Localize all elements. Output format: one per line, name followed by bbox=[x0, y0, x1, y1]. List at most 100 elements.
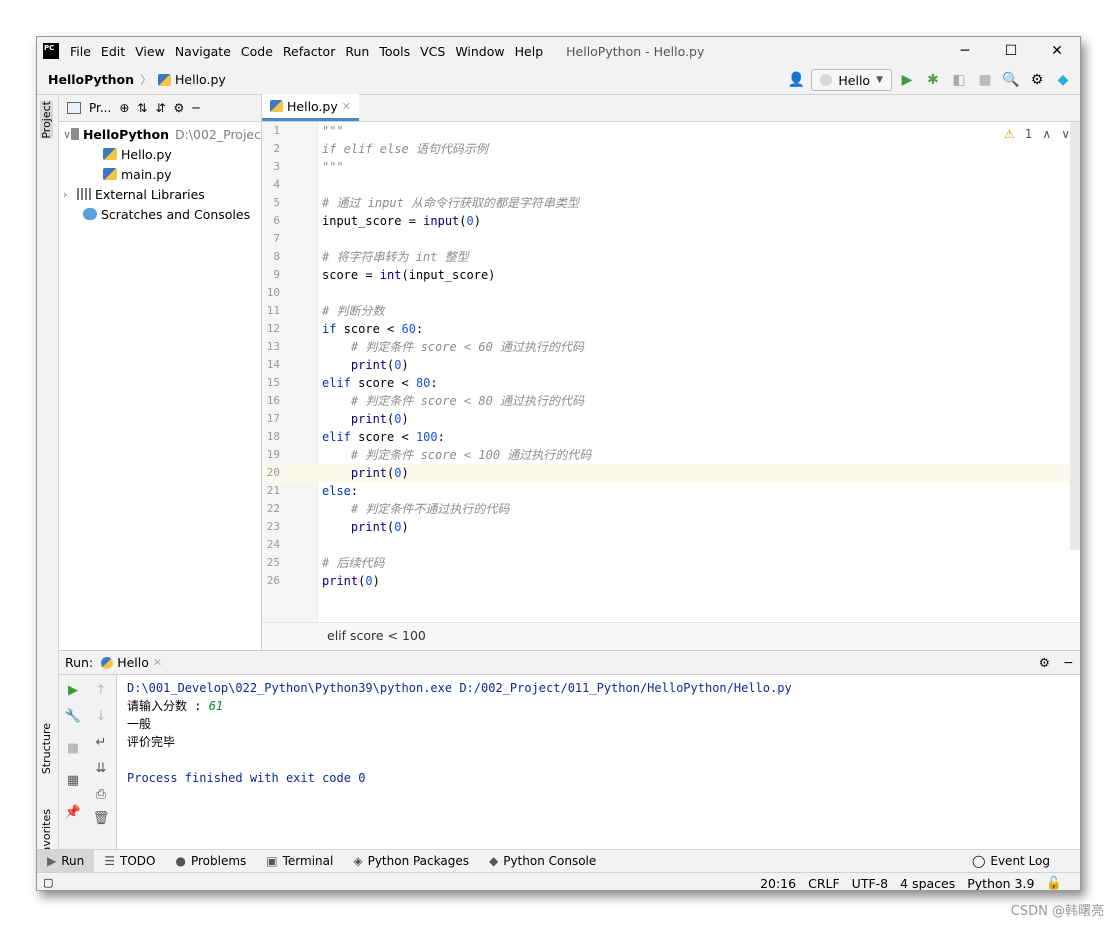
debug-icon[interactable]: ✱ bbox=[922, 69, 944, 91]
arrow-down-icon[interactable]: ↓ bbox=[92, 707, 110, 725]
code-line[interactable]: 6 input_score = input(0) bbox=[262, 212, 1080, 230]
tree-item-scratch[interactable]: Scratches and Consoles bbox=[59, 204, 261, 224]
run-config-select[interactable]: Hello ▼ bbox=[811, 69, 892, 91]
hide-run-panel-icon[interactable]: ─ bbox=[1064, 655, 1072, 670]
tree-item-project[interactable]: ∨ HelloPython D:\002_Projec bbox=[59, 124, 261, 144]
run-tab-hello[interactable]: Hello ✕ bbox=[101, 655, 162, 670]
menu-item-file[interactable]: File bbox=[65, 44, 96, 59]
event-log-button[interactable]: ◯ Event Log bbox=[962, 850, 1060, 873]
menu-item-refactor[interactable]: Refactor bbox=[278, 44, 340, 59]
minimize-button[interactable]: ─ bbox=[942, 37, 988, 65]
inspection-widget[interactable]: ⚠ 1 ∧ ∨ bbox=[1004, 127, 1070, 141]
code-line[interactable]: 23 print(0) bbox=[262, 518, 1080, 536]
project-view-selector[interactable]: Pr... bbox=[89, 101, 111, 115]
tool-button-problems[interactable]: ● Problems bbox=[165, 850, 256, 873]
code-line[interactable]: 5 # 通过 input 从命令行获取的都是字符串类型 bbox=[262, 194, 1080, 212]
code-line[interactable]: 13 # 判定条件 score < 60 通过执行的代码 bbox=[262, 338, 1080, 356]
code-line[interactable]: 1 """ bbox=[262, 122, 1080, 140]
code-line[interactable]: 25 # 后续代码 bbox=[262, 554, 1080, 572]
tool-button-python-console[interactable]: ◆ Python Console bbox=[479, 850, 606, 873]
console-output[interactable]: D:\001_Develop\022_Python\Python39\pytho… bbox=[127, 679, 792, 787]
file-encoding[interactable]: UTF-8 bbox=[852, 876, 888, 891]
tool-button-todo[interactable]: ☰ TODO bbox=[94, 850, 165, 873]
menu-item-window[interactable]: Window bbox=[450, 44, 509, 59]
tree-item-py[interactable]: main.py bbox=[59, 164, 261, 184]
code-line[interactable]: 12 if score < 60: bbox=[262, 320, 1080, 338]
coverage-icon[interactable]: ◧ bbox=[948, 69, 970, 91]
editor-breadcrumb-status[interactable]: elif score < 100 bbox=[262, 622, 1080, 650]
tool-button-run[interactable]: ▶ Run bbox=[37, 849, 95, 873]
user-icon[interactable]: 👤 bbox=[785, 69, 807, 91]
code-line[interactable]: 24 bbox=[262, 536, 1080, 554]
interpreter[interactable]: Python 3.9 bbox=[967, 876, 1034, 891]
print-icon[interactable]: ⎙ bbox=[92, 785, 110, 803]
panel-settings-icon[interactable]: ⚙ bbox=[174, 101, 185, 115]
code-area[interactable]: 1 """ 2 if elif else 语句代码示例 3 """ 4 5 # 通过 input… bbox=[262, 122, 1080, 622]
expand-all-icon[interactable]: ⇅ bbox=[137, 101, 147, 115]
code-line[interactable]: 2 if elif else 语句代码示例 bbox=[262, 140, 1080, 158]
locate-file-icon[interactable]: ⊕ bbox=[119, 101, 129, 115]
code-line[interactable]: 8 # 将字符串转为 int 整型 bbox=[262, 248, 1080, 266]
stop-icon[interactable]: ■ bbox=[64, 739, 82, 757]
editor-tab-hello[interactable]: Hello.py ✕ bbox=[262, 94, 359, 121]
code-line[interactable]: 19 # 判定条件 score < 100 通过执行的代码 bbox=[262, 446, 1080, 464]
line-separator[interactable]: CRLF bbox=[808, 876, 840, 891]
menu-item-vcs[interactable]: VCS bbox=[415, 44, 450, 59]
tool-button-terminal[interactable]: ▣ Terminal bbox=[256, 850, 343, 873]
indent-setting[interactable]: 4 spaces bbox=[900, 876, 955, 891]
menu-item-tools[interactable]: Tools bbox=[374, 44, 415, 59]
chevron-up-icon[interactable]: ∧ bbox=[1042, 127, 1051, 141]
tab-project[interactable]: Project bbox=[40, 101, 53, 139]
arrow-up-icon[interactable]: ↑ bbox=[92, 681, 110, 699]
soft-wrap-icon[interactable]: ↵ bbox=[92, 733, 110, 751]
code-line[interactable]: 22 # 判定条件不通过执行的代码 bbox=[262, 500, 1080, 518]
toolbox-icon[interactable]: ◆ bbox=[1052, 69, 1074, 91]
code-line[interactable]: 10 bbox=[262, 284, 1080, 302]
pin-icon[interactable]: 📌 bbox=[64, 803, 82, 821]
tree-item-lib[interactable]: › External Libraries bbox=[59, 184, 261, 204]
tab-structure[interactable]: Structure bbox=[40, 723, 53, 774]
chevron-down-icon[interactable]: ∨ bbox=[1061, 127, 1070, 141]
settings-gear-icon[interactable]: ⚙ bbox=[1026, 69, 1048, 91]
maximize-button[interactable]: ☐ bbox=[988, 37, 1034, 65]
code-line[interactable]: 11 # 判断分数 bbox=[262, 302, 1080, 320]
scroll-to-end-icon[interactable]: ⇊ bbox=[92, 759, 110, 777]
close-tab-icon[interactable]: ✕ bbox=[342, 100, 351, 113]
code-line[interactable]: 26 print(0) bbox=[262, 572, 1080, 590]
rerun-icon[interactable]: ▶ bbox=[64, 681, 82, 699]
code-line[interactable]: 18 elif score < 100: bbox=[262, 428, 1080, 446]
code-line[interactable]: 14 print(0) bbox=[262, 356, 1080, 374]
layout-icon[interactable]: ▦ bbox=[64, 771, 82, 789]
menu-item-edit[interactable]: Edit bbox=[96, 44, 130, 59]
run-settings-icon[interactable]: ⚙ bbox=[1039, 655, 1050, 670]
search-icon[interactable]: 🔍 bbox=[1000, 69, 1022, 91]
code-line[interactable]: 16 # 判定条件 score < 80 通过执行的代码 bbox=[262, 392, 1080, 410]
toggle-tool-windows-icon[interactable]: ▢ bbox=[43, 876, 53, 889]
tool-button-python-packages[interactable]: ◈ Python Packages bbox=[343, 850, 479, 873]
wrench-icon[interactable]: 🔧 bbox=[64, 707, 82, 725]
breadcrumb-file[interactable]: Hello.py bbox=[175, 72, 226, 87]
run-icon[interactable]: ▶ bbox=[896, 69, 918, 91]
breadcrumb-project[interactable]: HelloPython bbox=[48, 72, 134, 87]
hide-panel-icon[interactable]: ─ bbox=[192, 101, 199, 115]
tree-item-py[interactable]: Hello.py bbox=[59, 144, 261, 164]
code-line[interactable]: 7 bbox=[262, 230, 1080, 248]
close-tab-icon[interactable]: ✕ bbox=[153, 656, 162, 669]
caret-position[interactable]: 20:16 bbox=[760, 876, 796, 891]
close-button[interactable]: ✕ bbox=[1034, 37, 1080, 65]
menu-item-code[interactable]: Code bbox=[236, 44, 278, 59]
trash-icon[interactable]: 🗑 bbox=[92, 809, 110, 827]
code-line[interactable]: 4 bbox=[262, 176, 1080, 194]
editor-scrollbar[interactable] bbox=[1070, 122, 1080, 550]
chevron-right-icon[interactable]: › bbox=[63, 188, 77, 201]
code-line[interactable]: 17 print(0) bbox=[262, 410, 1080, 428]
code-line[interactable]: 21 else: bbox=[262, 482, 1080, 500]
menu-item-navigate[interactable]: Navigate bbox=[170, 44, 236, 59]
code-line[interactable]: 15 elif score < 80: bbox=[262, 374, 1080, 392]
code-line[interactable]: 9 score = int(input_score) bbox=[262, 266, 1080, 284]
menu-item-run[interactable]: Run bbox=[340, 44, 374, 59]
chevron-down-icon[interactable]: ∨ bbox=[63, 128, 71, 141]
stop-icon[interactable]: ■ bbox=[974, 69, 996, 91]
collapse-all-icon[interactable]: ⇵ bbox=[155, 101, 165, 115]
code-line[interactable]: 3 """ bbox=[262, 158, 1080, 176]
